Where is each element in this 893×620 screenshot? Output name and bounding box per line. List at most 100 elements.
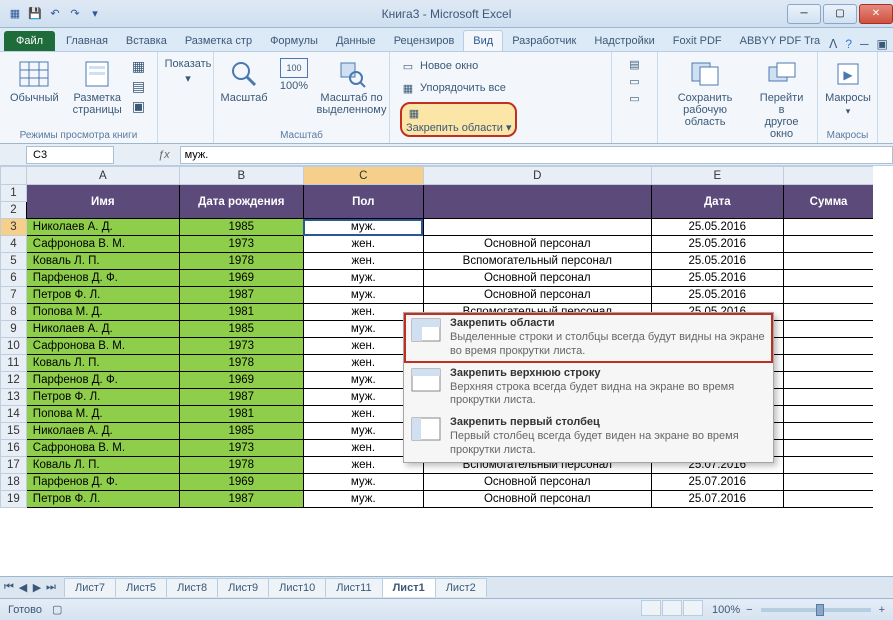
sheet-tab-Лист10[interactable]: Лист10: [268, 578, 326, 597]
row-header[interactable]: 14: [1, 406, 27, 423]
freeze-panes-button[interactable]: ▦ Закрепить области ▾: [396, 100, 521, 139]
close-button[interactable]: ✕: [859, 4, 893, 24]
cell-name[interactable]: Парфенов Д. Ф.: [26, 474, 179, 491]
col-header-C[interactable]: C: [303, 167, 423, 185]
cell[interactable]: [783, 474, 873, 491]
cell-name[interactable]: Петров Ф. Л.: [26, 491, 179, 508]
tab-Формулы[interactable]: Формулы: [261, 31, 327, 51]
row-header[interactable]: 2: [1, 202, 27, 219]
hide-icon[interactable]: ▭: [629, 75, 639, 88]
cell[interactable]: [783, 253, 873, 270]
cell-year[interactable]: 1985: [179, 321, 303, 338]
cell-name[interactable]: Парфенов Д. Ф.: [26, 372, 179, 389]
sheet-tab-Лист1[interactable]: Лист1: [382, 578, 436, 597]
col-header-D[interactable]: D: [423, 167, 651, 185]
cell-staff[interactable]: Основной персонал: [423, 236, 651, 253]
row-header[interactable]: 12: [1, 372, 27, 389]
zoom-level[interactable]: 100%: [712, 604, 740, 616]
row-header[interactable]: 16: [1, 440, 27, 457]
cell-gender[interactable]: муж.: [303, 491, 423, 508]
row-header[interactable]: 18: [1, 474, 27, 491]
cell-date[interactable]: 25.05.2016: [651, 219, 783, 236]
cell-year[interactable]: 1969: [179, 372, 303, 389]
cell-year[interactable]: 1973: [179, 440, 303, 457]
col-header-A[interactable]: A: [26, 167, 179, 185]
cell-year[interactable]: 1981: [179, 406, 303, 423]
cell[interactable]: [783, 423, 873, 440]
sheet-tab-Лист5[interactable]: Лист5: [115, 578, 167, 597]
sheet-tab-Лист11[interactable]: Лист11: [325, 578, 382, 597]
cell-name[interactable]: Сафронова В. М.: [26, 338, 179, 355]
zoom-in-button[interactable]: +: [879, 604, 885, 616]
cell[interactable]: [783, 389, 873, 406]
cell-year[interactable]: 1987: [179, 287, 303, 304]
cell[interactable]: [783, 457, 873, 474]
undo-icon[interactable]: ↶: [46, 5, 64, 23]
dropdown-freeze-top-row[interactable]: Закрепить верхнюю строку Верхняя строка …: [404, 363, 773, 413]
row-header[interactable]: 1: [1, 185, 27, 202]
save-workspace-button[interactable]: Сохранить рабочую область: [664, 54, 746, 132]
sheet-tab-Лист9[interactable]: Лист9: [217, 578, 269, 597]
cell-name[interactable]: Николаев А. Д.: [26, 219, 179, 236]
row-header[interactable]: 9: [1, 321, 27, 338]
cell-staff[interactable]: Основной персонал: [423, 270, 651, 287]
cell-staff[interactable]: [423, 219, 651, 236]
cell[interactable]: [783, 287, 873, 304]
tab-Надстройки[interactable]: Надстройки: [585, 31, 663, 51]
help-icon[interactable]: ?: [845, 37, 852, 51]
view-shortcuts[interactable]: [641, 600, 704, 619]
row-header[interactable]: 11: [1, 355, 27, 372]
maximize-button[interactable]: ▢: [823, 4, 857, 24]
sheet-tab-Лист2[interactable]: Лист2: [435, 578, 487, 597]
row-header[interactable]: 17: [1, 457, 27, 474]
cell[interactable]: [783, 304, 873, 321]
cell[interactable]: [783, 236, 873, 253]
cell-gender[interactable]: муж.: [303, 270, 423, 287]
tab-Разработчик[interactable]: Разработчик: [503, 31, 585, 51]
cell-year[interactable]: 1978: [179, 355, 303, 372]
cell-name[interactable]: Петров Ф. Л.: [26, 287, 179, 304]
tab-Разметка стр[interactable]: Разметка стр: [176, 31, 261, 51]
mdi-restore-icon[interactable]: ▣: [877, 37, 888, 51]
cell-staff[interactable]: Основной персонал: [423, 491, 651, 508]
fx-icon[interactable]: ƒx: [114, 149, 180, 161]
cell-gender[interactable]: жен.: [303, 236, 423, 253]
cell-name[interactable]: Николаев А. Д.: [26, 321, 179, 338]
custom-views-icon[interactable]: ▤: [132, 78, 145, 95]
macro-record-icon[interactable]: ▢: [52, 603, 62, 616]
cell-year[interactable]: 1978: [179, 457, 303, 474]
show-button[interactable]: Показать ▾: [164, 54, 212, 89]
new-window-button[interactable]: ▭Новое окно: [396, 56, 482, 76]
row-header[interactable]: 19: [1, 491, 27, 508]
row-header[interactable]: 4: [1, 236, 27, 253]
col-header-B[interactable]: B: [179, 167, 303, 185]
switch-windows-button[interactable]: Перейти в другое окно: [752, 54, 811, 144]
cell-year[interactable]: 1969: [179, 474, 303, 491]
minimize-ribbon-icon[interactable]: ᐱ: [829, 37, 837, 51]
cell[interactable]: [783, 270, 873, 287]
row-header[interactable]: 5: [1, 253, 27, 270]
cell-name[interactable]: Коваль Л. П.: [26, 355, 179, 372]
zoom-out-button[interactable]: −: [746, 604, 752, 616]
cell-name[interactable]: Сафронова В. М.: [26, 236, 179, 253]
cell-date[interactable]: 25.07.2016: [651, 491, 783, 508]
arrange-all-button[interactable]: ▦Упорядочить все: [396, 78, 510, 98]
cell-staff[interactable]: Вспомогательный персонал: [423, 253, 651, 270]
view-pagelayout-button[interactable]: Разметка страницы: [69, 54, 126, 120]
mdi-minimize-icon[interactable]: ─: [860, 37, 869, 51]
redo-icon[interactable]: ↷: [66, 5, 84, 23]
cell-name[interactable]: Попова М. Д.: [26, 304, 179, 321]
cell-gender[interactable]: муж.: [303, 219, 423, 236]
tab-Главная[interactable]: Главная: [57, 31, 117, 51]
cell-date[interactable]: 25.05.2016: [651, 236, 783, 253]
cell-date[interactable]: 25.05.2016: [651, 287, 783, 304]
minimize-button[interactable]: ─: [787, 4, 821, 24]
sheet-nav-arrows[interactable]: ⏮◀▶⏭: [2, 581, 58, 594]
cell-date[interactable]: 25.05.2016: [651, 253, 783, 270]
sheet-tab-Лист7[interactable]: Лист7: [64, 578, 116, 597]
dropdown-freeze-first-col[interactable]: Закрепить первый столбец Первый столбец …: [404, 412, 773, 462]
row-header[interactable]: 8: [1, 304, 27, 321]
formula-input[interactable]: муж.: [180, 146, 893, 164]
col-header-F[interactable]: [783, 167, 873, 185]
tab-Данные[interactable]: Данные: [327, 31, 385, 51]
